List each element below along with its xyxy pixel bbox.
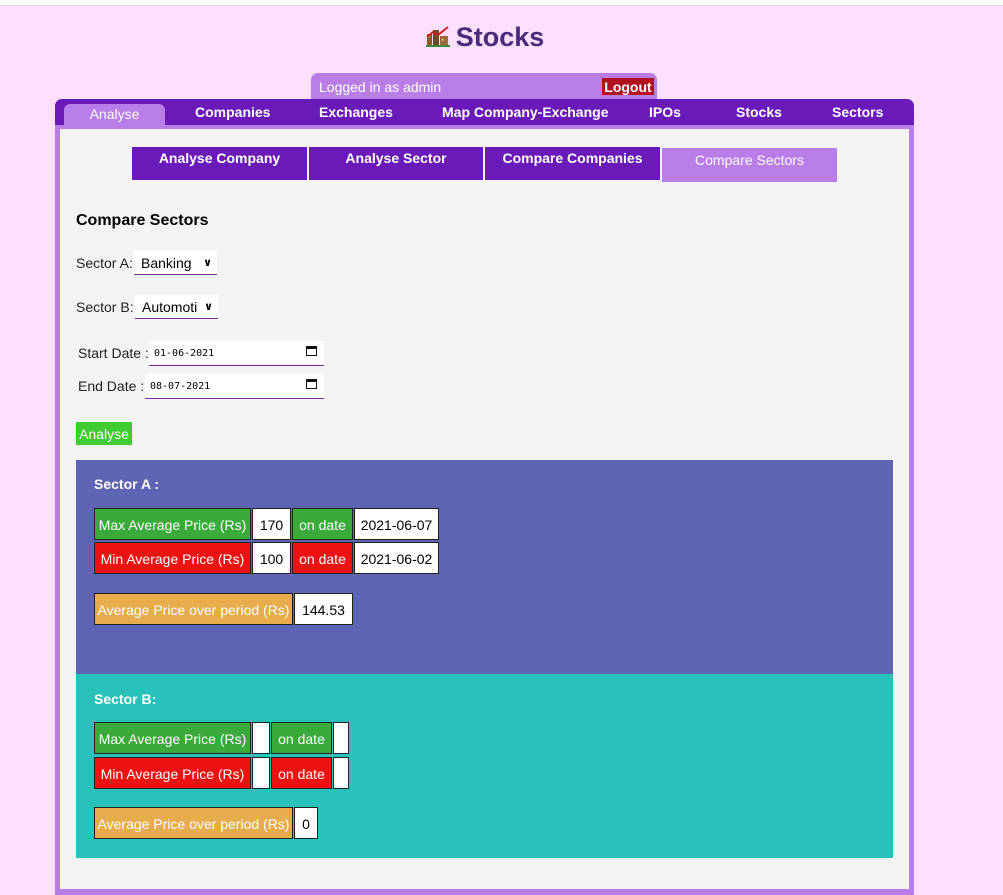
sector-a-heading: Sector A : <box>94 476 159 492</box>
app-title: Stocks <box>455 22 545 52</box>
subtab-analyse-sector[interactable]: Analyse Sector <box>309 147 483 180</box>
max-price-value: 170 <box>252 508 291 540</box>
sector-a-heading-text: Sector A : <box>94 476 160 492</box>
min-date-value: 2021-06-02 <box>354 542 439 574</box>
end-date-label: End Date : <box>78 378 145 394</box>
min-on-date-label: on date <box>271 757 332 789</box>
start-date-label: Start Date : <box>78 345 149 361</box>
sector-a-value: Banking <box>141 255 192 271</box>
main-nav: Analyse Companies Exchanges Map Company-… <box>55 99 914 126</box>
max-on-date-label: on date <box>271 722 332 754</box>
nav-tab-sectors[interactable]: Sectors <box>832 104 883 120</box>
end-date-input[interactable]: 08-07-2021 <box>145 374 324 399</box>
avg-price-value: 0 <box>294 807 318 839</box>
calendar-icon[interactable] <box>306 346 317 356</box>
avg-price-label: Average Price over period (Rs) <box>94 807 293 839</box>
chart-building-icon <box>425 23 450 54</box>
subtab-compare-companies[interactable]: Compare Companies <box>485 147 660 180</box>
sector-b-label: Sector B: <box>76 299 134 315</box>
sector-a-label: Sector A: <box>76 255 133 271</box>
sector-b-results: Sector B: Max Average Price (Rs) on date… <box>76 674 893 858</box>
form-heading: Compare Sectors <box>76 212 209 229</box>
max-price-label: Max Average Price (Rs) <box>94 722 251 754</box>
login-bar: Logged in as admin Logout <box>311 73 657 99</box>
chevron-down-icon: ∨ <box>203 257 212 269</box>
sector-b-select[interactable]: Automoti ∨ <box>135 295 218 319</box>
end-date-value: 08-07-2021 <box>150 381 211 392</box>
start-date-value: 01-06-2021 <box>154 348 215 359</box>
logged-in-text: Logged in as admin <box>319 79 442 95</box>
subtab-compare-sectors[interactable]: Compare Sectors <box>662 148 837 182</box>
top-border <box>0 0 1003 6</box>
nav-tab-map-company-exchange[interactable]: Map Company-Exchange <box>442 104 608 120</box>
nav-tab-exchanges[interactable]: Exchanges <box>319 104 393 120</box>
max-price-label: Max Average Price (Rs) <box>94 508 251 540</box>
max-price-value <box>252 722 270 754</box>
nav-tab-ipos[interactable]: IPOs <box>649 104 681 120</box>
max-on-date-label: on date <box>292 508 353 540</box>
avg-price-value: 144.53 <box>294 593 353 625</box>
analyse-button[interactable]: Analyse <box>76 422 132 445</box>
min-price-label: Min Average Price (Rs) <box>94 757 251 789</box>
min-price-value: 100 <box>252 542 291 574</box>
sector-a-select[interactable]: Banking ∨ <box>134 251 217 275</box>
sector-b-heading: Sector B: <box>94 691 156 707</box>
min-on-date-label: on date <box>292 542 353 574</box>
min-date-value <box>333 757 349 789</box>
start-date-input[interactable]: 01-06-2021 <box>149 341 324 366</box>
chevron-down-icon: ∨ <box>204 301 213 313</box>
sector-b-heading-text: Sector B: <box>94 691 157 707</box>
nav-tab-analyse[interactable]: Analyse <box>64 104 165 126</box>
nav-tab-stocks[interactable]: Stocks <box>736 104 782 120</box>
calendar-icon[interactable] <box>306 379 317 389</box>
min-price-value <box>252 757 270 789</box>
max-date-value: 2021-06-07 <box>354 508 439 540</box>
max-date-value <box>333 722 349 754</box>
sector-a-results: Sector A : Max Average Price (Rs) 170 on… <box>76 460 893 674</box>
logout-button[interactable]: Logout <box>602 78 654 95</box>
subtab-analyse-company[interactable]: Analyse Company <box>132 147 307 180</box>
avg-price-label: Average Price over period (Rs) <box>94 593 293 625</box>
min-price-label: Min Average Price (Rs) <box>94 542 251 574</box>
page-title: Stocks <box>0 22 970 54</box>
sector-b-value: Automoti <box>142 299 198 315</box>
nav-tab-companies[interactable]: Companies <box>195 104 270 120</box>
